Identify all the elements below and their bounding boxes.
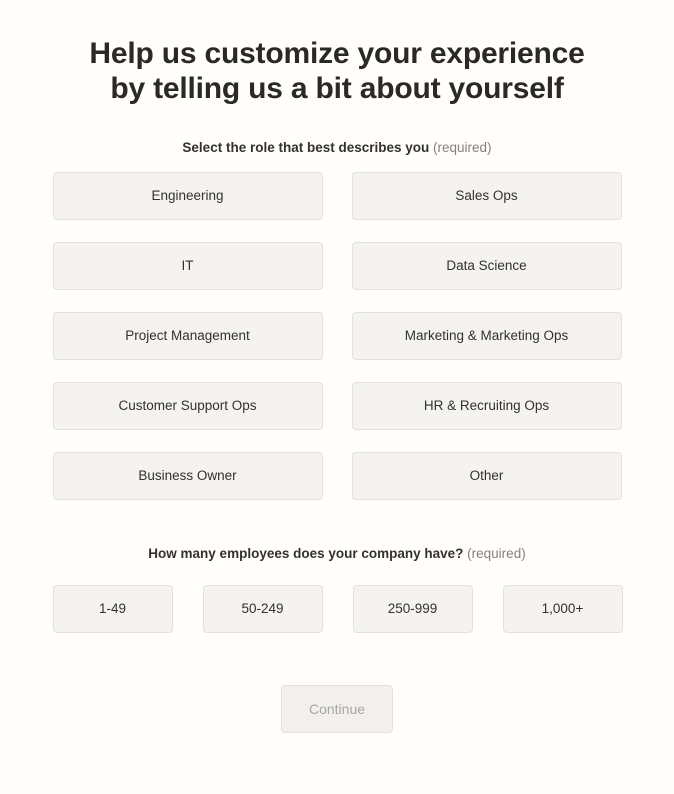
employees-option-50-249[interactable]: 50-249 xyxy=(202,585,323,633)
role-question-required-note: (required) xyxy=(433,140,492,155)
employees-option-250-999[interactable]: 250-999 xyxy=(352,585,473,633)
role-question-label: Select the role that best describes you … xyxy=(0,140,674,155)
employees-option-1-49[interactable]: 1-49 xyxy=(52,585,173,633)
employees-question-text: How many employees does your company hav… xyxy=(148,546,464,561)
role-option-other[interactable]: Other xyxy=(351,452,622,500)
page-title-line-1: Help us customize your experience xyxy=(89,37,585,70)
role-option-engineering[interactable]: Engineering xyxy=(52,172,323,220)
role-option-project-management[interactable]: Project Management xyxy=(52,312,323,360)
role-option-data-science[interactable]: Data Science xyxy=(351,242,622,290)
page-title: Help us customize your experience by tel… xyxy=(0,0,674,106)
continue-button-container: Continue xyxy=(0,685,674,733)
role-option-sales-ops[interactable]: Sales Ops xyxy=(351,172,622,220)
role-option-business-owner[interactable]: Business Owner xyxy=(52,452,323,500)
role-options-grid: Engineering Sales Ops IT Data Science Pr… xyxy=(52,172,622,500)
continue-button[interactable]: Continue xyxy=(281,685,393,733)
onboarding-page: Help us customize your experience by tel… xyxy=(0,0,674,794)
role-question-text: Select the role that best describes you xyxy=(182,140,430,155)
role-option-customer-support-ops[interactable]: Customer Support Ops xyxy=(52,382,323,430)
role-option-hr-recruiting-ops[interactable]: HR & Recruiting Ops xyxy=(351,382,622,430)
page-title-line-2: by telling us a bit about yourself xyxy=(110,72,564,105)
role-option-it[interactable]: IT xyxy=(52,242,323,290)
role-option-marketing-ops[interactable]: Marketing & Marketing Ops xyxy=(351,312,622,360)
employees-options-grid: 1-49 50-249 250-999 1,000+ xyxy=(52,585,623,633)
employees-question-label: How many employees does your company hav… xyxy=(0,546,674,561)
employees-option-1000-plus[interactable]: 1,000+ xyxy=(502,585,623,633)
employees-section: How many employees does your company hav… xyxy=(0,546,674,633)
employees-question-required-note: (required) xyxy=(467,546,526,561)
